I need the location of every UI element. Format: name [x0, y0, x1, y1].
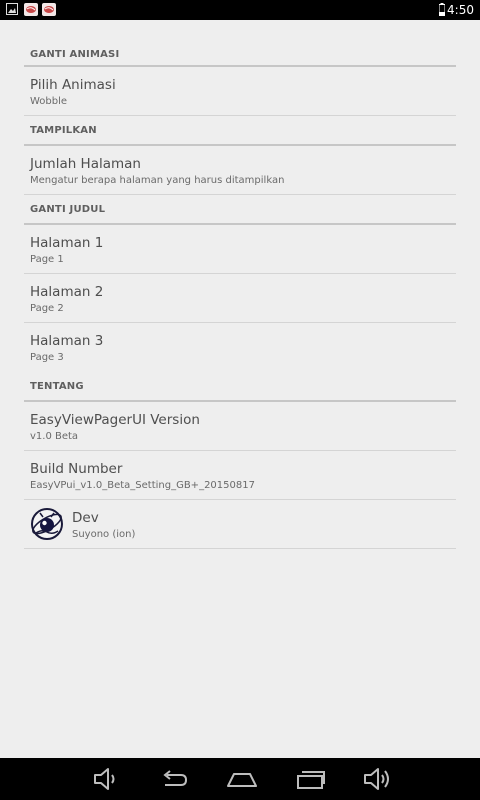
preferences-list: GANTI ANIMASI Pilih Animasi Wobble TAMPI…	[24, 20, 456, 758]
app-notification-icon	[42, 3, 56, 16]
pref-halaman-1[interactable]: Halaman 1 Page 1	[24, 225, 456, 274]
pref-summary: EasyVPui_v1.0_Beta_Setting_GB+_20150817	[30, 480, 255, 491]
pref-summary: Page 2	[30, 303, 64, 314]
volume-down-icon[interactable]	[92, 766, 122, 792]
pref-title: EasyViewPagerUI Version	[30, 412, 200, 428]
pref-summary: Page 1	[30, 254, 64, 265]
category-header-title: GANTI JUDUL	[24, 195, 456, 225]
pref-halaman-2[interactable]: Halaman 2 Page 2	[24, 274, 456, 323]
pref-title: Dev	[72, 510, 99, 526]
category-header-display: TAMPILKAN	[24, 116, 456, 146]
back-icon[interactable]	[159, 766, 189, 792]
pref-jumlah-halaman[interactable]: Jumlah Halaman Mengatur berapa halaman y…	[24, 146, 456, 195]
pref-title: Build Number	[30, 461, 123, 477]
pref-summary: Wobble	[30, 96, 68, 107]
clock: 4:50	[447, 3, 474, 17]
pref-dev[interactable]: Dev Suyono (ion)	[24, 500, 456, 549]
category-header-animation: GANTI ANIMASI	[24, 39, 456, 67]
home-icon[interactable]	[226, 766, 258, 792]
status-bar: 4:50	[0, 0, 480, 20]
pref-version[interactable]: EasyViewPagerUI Version v1.0 Beta	[24, 402, 456, 451]
image-notification-icon	[6, 3, 18, 15]
pref-summary: v1.0 Beta	[30, 431, 79, 442]
pref-build-number[interactable]: Build Number EasyVPui_v1.0_Beta_Setting_…	[24, 451, 456, 500]
category-header-about: TENTANG	[24, 372, 456, 402]
pref-pilih-animasi[interactable]: Pilih Animasi Wobble	[24, 67, 456, 116]
pref-summary: Mengatur berapa halaman yang harus ditam…	[30, 175, 285, 186]
developer-avatar-icon	[31, 508, 63, 540]
pref-summary: Suyono (ion)	[72, 529, 136, 540]
pref-halaman-3[interactable]: Halaman 3 Page 3	[24, 323, 456, 372]
pref-title: Halaman 3	[30, 333, 104, 349]
pref-title: Halaman 1	[30, 235, 104, 251]
volume-up-icon[interactable]	[362, 766, 392, 792]
pref-title: Jumlah Halaman	[30, 156, 141, 172]
app-notification-icon	[24, 3, 38, 16]
pref-summary: Page 3	[30, 352, 64, 363]
battery-icon	[439, 3, 445, 16]
pref-title: Pilih Animasi	[30, 77, 116, 93]
recents-icon[interactable]	[296, 766, 326, 792]
pref-title: Halaman 2	[30, 284, 104, 300]
navigation-bar	[0, 758, 480, 800]
